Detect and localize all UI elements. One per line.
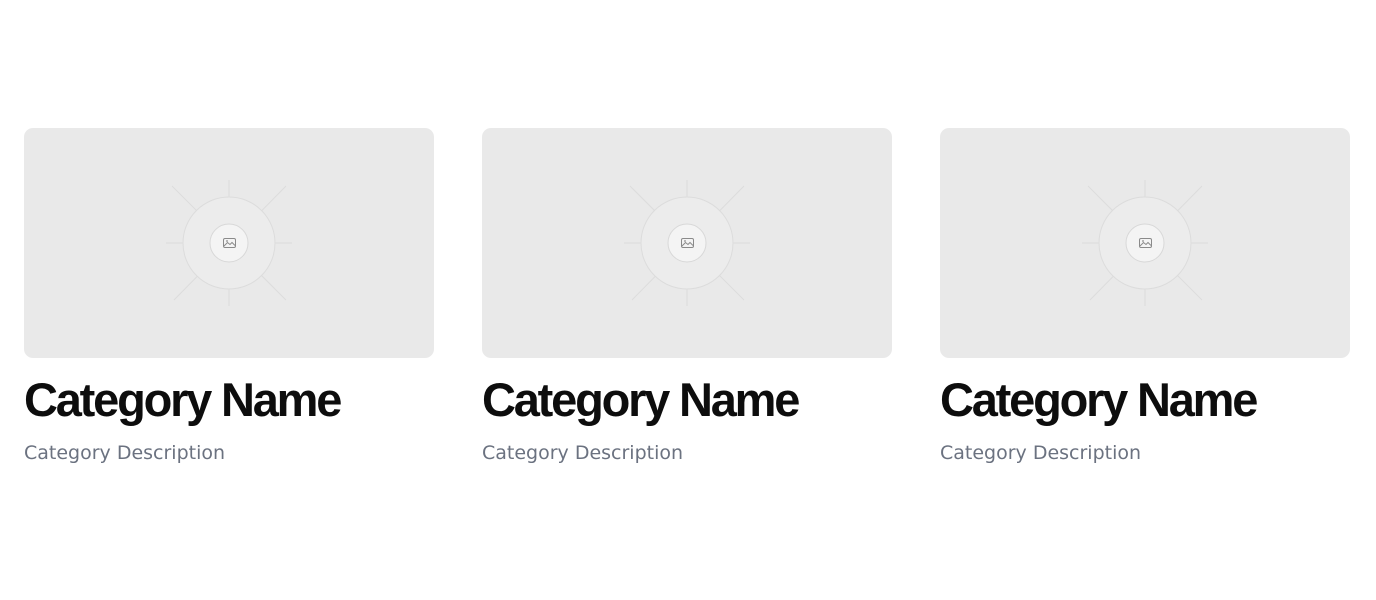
category-image-placeholder <box>940 128 1350 358</box>
category-card[interactable]: Category Name Category Description <box>940 128 1350 465</box>
category-description: Category Description <box>24 442 226 464</box>
category-image-placeholder <box>24 128 434 358</box>
image-placeholder-icon <box>624 180 750 306</box>
image-placeholder-icon <box>166 180 292 306</box>
category-image-placeholder <box>482 128 892 358</box>
image-placeholder-icon <box>1082 180 1208 306</box>
category-card[interactable]: Category Name Category Description <box>24 128 434 465</box>
category-name: Category Name <box>482 373 800 426</box>
category-grid: Category Name Category Description Categ… <box>24 128 1352 465</box>
category-name: Category Name <box>24 373 342 426</box>
category-card[interactable]: Category Name Category Description <box>482 128 892 465</box>
category-description: Category Description <box>482 442 684 464</box>
category-name: Category Name <box>940 373 1258 426</box>
category-description: Category Description <box>940 442 1142 464</box>
